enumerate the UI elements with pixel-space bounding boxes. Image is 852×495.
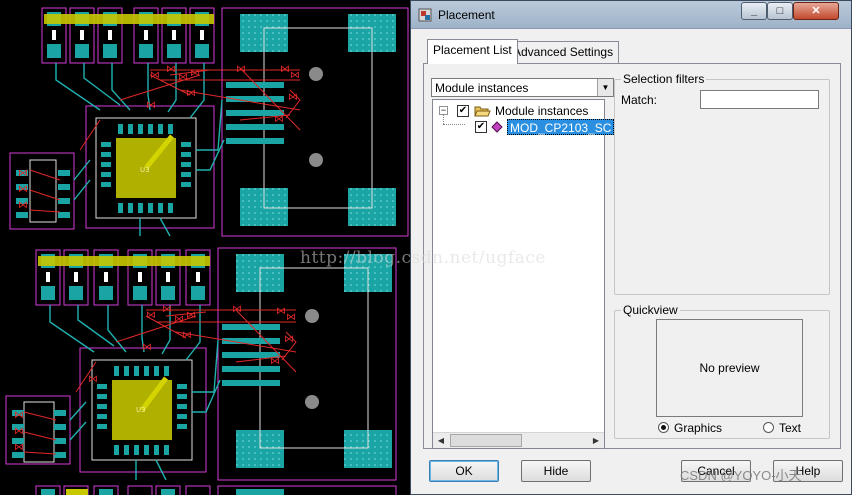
minimize-button[interactable]: _ xyxy=(741,2,767,20)
svg-text:⋈: ⋈ xyxy=(288,92,298,103)
tab-label: Placement List xyxy=(433,43,512,57)
svg-text:⋈: ⋈ xyxy=(174,314,184,325)
svg-text:⋈: ⋈ xyxy=(274,114,284,125)
svg-text:⋈: ⋈ xyxy=(186,310,196,321)
svg-text:⋈: ⋈ xyxy=(290,70,300,81)
scrollbar-thumb[interactable] xyxy=(450,434,522,447)
dialog-title: Placement xyxy=(438,8,495,22)
quickview-group: Quickview No preview Graphics Text xyxy=(614,303,830,439)
svg-text:⋈: ⋈ xyxy=(166,64,176,75)
selection-filters-group: Selection filters Match: xyxy=(614,72,830,295)
svg-text:⋈: ⋈ xyxy=(182,330,192,341)
svg-text:⋈: ⋈ xyxy=(270,356,280,367)
footprint-label-upper: U3 xyxy=(140,166,150,174)
minimize-icon: _ xyxy=(750,5,758,17)
module-lower: U3 ⋈⋈⋈ ⋈⋈ ⋈ ⋈⋈⋈ ⋈⋈⋈ ⋈⋈⋈ xyxy=(5,247,397,481)
tree-connector xyxy=(443,124,465,125)
svg-text:⋈: ⋈ xyxy=(146,100,156,111)
match-input[interactable] xyxy=(700,90,819,109)
svg-text:⋈: ⋈ xyxy=(18,200,28,211)
radio-text-button[interactable] xyxy=(763,422,774,433)
placement-tree[interactable]: − ✔ Module instances ✔ MOD_CP2103_SC ◀ ▶ xyxy=(432,99,615,449)
svg-text:⋈: ⋈ xyxy=(18,168,28,179)
module-upper: U3 ⋈⋈⋈ ⋈ ⋈ ⋈ ⋈⋈⋈ ⋈⋈⋈ ⋈⋈ xyxy=(9,7,409,237)
svg-text:⋈: ⋈ xyxy=(232,304,242,315)
tab-label: Advanced Settings xyxy=(513,45,614,59)
module-instances-checkbox[interactable]: ✔ xyxy=(457,105,469,117)
open-folder-icon xyxy=(474,106,491,117)
watermark-url: http://blog.csdn.net/ugface xyxy=(300,248,546,268)
svg-text:⋈: ⋈ xyxy=(186,88,196,99)
module-bottom-partial xyxy=(35,485,397,495)
close-button[interactable]: ✕ xyxy=(793,2,839,20)
quickview-title: Quickview xyxy=(621,303,680,317)
svg-text:⋈: ⋈ xyxy=(190,68,200,79)
no-preview-text: No preview xyxy=(699,361,760,375)
svg-text:⋈: ⋈ xyxy=(284,334,294,345)
svg-text:⋈: ⋈ xyxy=(14,426,24,437)
svg-text:⋈: ⋈ xyxy=(88,374,98,385)
scroll-left-icon[interactable]: ◀ xyxy=(433,433,449,448)
close-icon: ✕ xyxy=(811,5,821,17)
tab-advanced-settings[interactable]: Advanced Settings xyxy=(507,41,620,63)
preview-area: No preview xyxy=(656,319,803,417)
svg-text:⋈: ⋈ xyxy=(14,410,24,421)
svg-text:⋈: ⋈ xyxy=(146,310,156,321)
hide-button[interactable]: Hide xyxy=(521,460,591,482)
title-bar[interactable]: Placement _ □ ✕ xyxy=(411,1,851,29)
placement-app-icon xyxy=(418,8,432,22)
tree-item-label: Module instances xyxy=(495,104,589,118)
instance-type-value: Module instances xyxy=(435,81,529,95)
svg-text:⋈: ⋈ xyxy=(236,64,246,75)
svg-text:⋈: ⋈ xyxy=(162,304,172,315)
svg-text:⋈: ⋈ xyxy=(286,312,296,323)
svg-text:⋈: ⋈ xyxy=(150,70,160,81)
footprint-label-lower: U3 xyxy=(136,406,146,414)
radio-text-label: Text xyxy=(779,421,802,435)
tree-connector xyxy=(443,114,444,124)
svg-text:⋈: ⋈ xyxy=(14,442,24,453)
scroll-right-icon[interactable]: ▶ xyxy=(588,433,604,448)
maximize-button[interactable]: □ xyxy=(767,2,793,20)
module-diamond-icon xyxy=(491,121,503,133)
svg-text:⋈: ⋈ xyxy=(18,184,28,195)
svg-text:⋈: ⋈ xyxy=(178,72,188,83)
match-label: Match: xyxy=(621,93,658,107)
radio-graphics-label: Graphics xyxy=(674,421,723,435)
maximize-icon: □ xyxy=(776,5,784,17)
svg-text:⋈: ⋈ xyxy=(280,64,290,75)
svg-text:⋈: ⋈ xyxy=(276,306,286,317)
svg-text:⋈: ⋈ xyxy=(142,342,152,353)
ok-button[interactable]: OK xyxy=(429,460,499,482)
tree-item-label: MOD_CP2103_SC xyxy=(507,119,615,135)
selection-filters-title: Selection filters xyxy=(621,72,707,86)
mod-cp2103-checkbox[interactable]: ✔ xyxy=(475,121,487,133)
instance-type-select[interactable]: Module instances ▼ xyxy=(431,78,614,97)
watermark-credit: CSDN @YOYO-小天 xyxy=(680,468,802,483)
tab-placement-list[interactable]: Placement List xyxy=(427,39,518,64)
tree-horizontal-scrollbar[interactable]: ◀ ▶ xyxy=(433,432,604,448)
radio-graphics-button[interactable] xyxy=(658,422,669,433)
chevron-down-icon[interactable]: ▼ xyxy=(597,79,613,96)
